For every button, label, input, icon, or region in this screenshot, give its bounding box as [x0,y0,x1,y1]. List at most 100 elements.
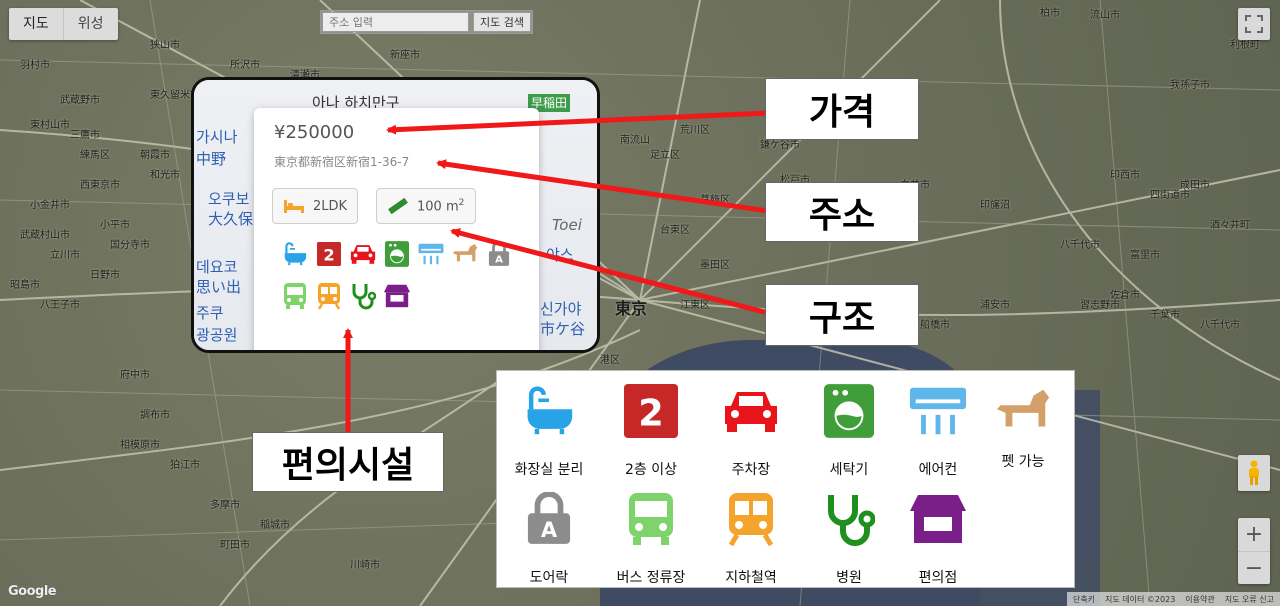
address-callout: 주소 [765,182,919,242]
legend-item-parking: 주차장 [699,381,803,479]
map-place-label: 鎌ケ谷市 [760,140,800,151]
map-place-label: 稲城市 [260,520,290,531]
bath-icon [519,381,579,441]
map-place-label: 所沢市 [230,60,260,71]
terms-link[interactable]: 이용약관 [1185,594,1214,604]
map-place-label: 我孫子市 [1170,80,1210,91]
map-search-button[interactable]: 지도 검색 [473,12,531,32]
fullscreen-icon [1245,15,1263,33]
svg-text:A: A [495,255,503,266]
map-place-label: 佐倉市 [1110,290,1140,301]
map-place-label: 台東区 [660,225,690,236]
map-place-label: 相模原市 [120,440,160,451]
property-card-inset: 아나 하치만구 早稲田 가시나 中野 오쿠보 大久保 데요코 思い出 주쿠 광공… [191,77,600,353]
map-place-label: 羽村市 [20,60,50,71]
inset-map-label: 中野 [196,150,227,168]
bus-icon [621,489,681,549]
car-icon [349,240,377,268]
floor-2-icon: 2 [621,381,681,441]
map-place-label: 三鷹市 [70,130,100,141]
map-attribution: 단축키 지도 데이터 ©2023 이용약관 지도 오류 신고 [1066,592,1280,606]
satellite-tab[interactable]: 위성 [62,8,118,40]
map-place-label: 府中市 [120,370,150,381]
inset-map-label: 주쿠 [196,304,224,322]
subway-icon [721,489,781,549]
door-lock-icon: A [519,489,579,549]
bus-icon [281,282,309,310]
map-place-label: 利根町 [1230,40,1260,51]
fullscreen-button[interactable] [1238,8,1270,40]
report-map-error-link[interactable]: 지도 오류 신고 [1225,594,1274,604]
map-place-label: 南流山 [620,135,650,146]
map-place-label: 港区 [600,355,620,366]
washing-machine-icon [383,240,411,268]
address-search-bar: 지도 검색 [320,10,533,34]
bed-icon [283,200,304,213]
map-place-label: 荒川区 [680,125,710,136]
map-place-label: 酒々井町 [1210,220,1250,231]
convenience-store-icon [908,489,968,549]
map-place-label: 船橋市 [920,320,950,331]
layout-chip: 2LDK [272,188,358,224]
subway-icon [315,282,343,310]
inset-map-label: 신가야 [540,300,582,318]
map-place-label: 印旛沼 [980,200,1010,211]
map-place-label: 町田市 [220,540,250,551]
map-place-label: 柏市 [1040,8,1060,19]
map-place-label: 朝霞市 [140,150,170,161]
car-icon [721,381,781,441]
inset-map-label: Toei [552,216,582,234]
pegman-icon [1249,460,1259,485]
map-place-label: 武蔵村山市 [20,230,70,241]
area-value: 100 m2 [417,197,465,215]
map-place-label: 武蔵野市 [60,95,100,106]
zoom-in-button[interactable]: + [1238,518,1270,551]
legend-item-bath: 화장실 분리 [497,381,601,479]
map-type-toggle: 지도 위성 [9,8,118,40]
map-tab[interactable]: 지도 [9,8,63,40]
inset-map-label: 思い出 [196,278,242,296]
map-place-label: 多摩市 [210,500,240,511]
street-view-pegman-button[interactable] [1238,455,1270,491]
amenity-row-2 [281,282,411,310]
legend-label: 버스 정류장 [616,570,686,586]
map-place-label: 調布市 [140,410,170,421]
map-place-label: 江東区 [680,300,710,311]
area-chip: 100 m2 [376,188,476,224]
air-conditioner-icon [417,240,445,268]
legend-item-bus: 버스 정류장 [599,489,703,587]
legend-item-pet: 펫 가능 [971,381,1075,471]
structure-callout: 구조 [765,284,919,346]
hospital-stethoscope-icon [349,282,377,310]
map-place-label: 富里市 [1130,250,1160,261]
map-place-label: 流山市 [1090,10,1120,21]
map-place-label: 国分寺市 [110,240,150,251]
map-place-label: 川崎市 [350,560,380,571]
hospital-stethoscope-icon [819,489,879,549]
svg-text:A: A [541,517,558,542]
door-lock-icon: A [485,240,513,268]
map-place-label: 日野市 [90,270,120,281]
svg-text:2: 2 [323,245,334,264]
legend-label: 주차장 [731,462,771,478]
inset-map-label: 市ケ谷 [540,320,586,338]
air-conditioner-icon [908,381,968,441]
amenities-callout: 편의시설 [252,432,444,492]
property-listing-card[interactable]: ¥250000 東京都新宿区新宿1-36-7 2LDK 100 m2 2 A [254,108,539,350]
legend-item-floor2: 2 2층 이상 [599,381,703,479]
map-place-label: 八千代市 [1200,320,1240,331]
legend-item-doorlock: A 도어락 [497,489,601,587]
map-place-label: 八王子市 [40,300,80,311]
zoom-control: + − [1238,518,1270,584]
legend-item-store: 편의점 [886,489,990,587]
amenity-legend: 화장실 분리 2 2층 이상 주차장 세탁기 에어컨 펫 가능 A 도어락 버스… [496,370,1075,588]
map-place-label: 和光市 [150,170,180,181]
map-place-label: 浦安市 [980,300,1010,311]
map-place-label: 四街道市 [1150,190,1190,201]
listing-address: 東京都新宿区新宿1-36-7 [274,155,410,169]
legend-label: 편의점 [918,570,958,586]
zoom-out-button[interactable]: − [1238,551,1270,584]
address-input[interactable] [322,12,469,32]
map-place-label: 東京 [615,299,648,318]
keyboard-shortcuts-link[interactable]: 단축키 [1073,594,1095,604]
